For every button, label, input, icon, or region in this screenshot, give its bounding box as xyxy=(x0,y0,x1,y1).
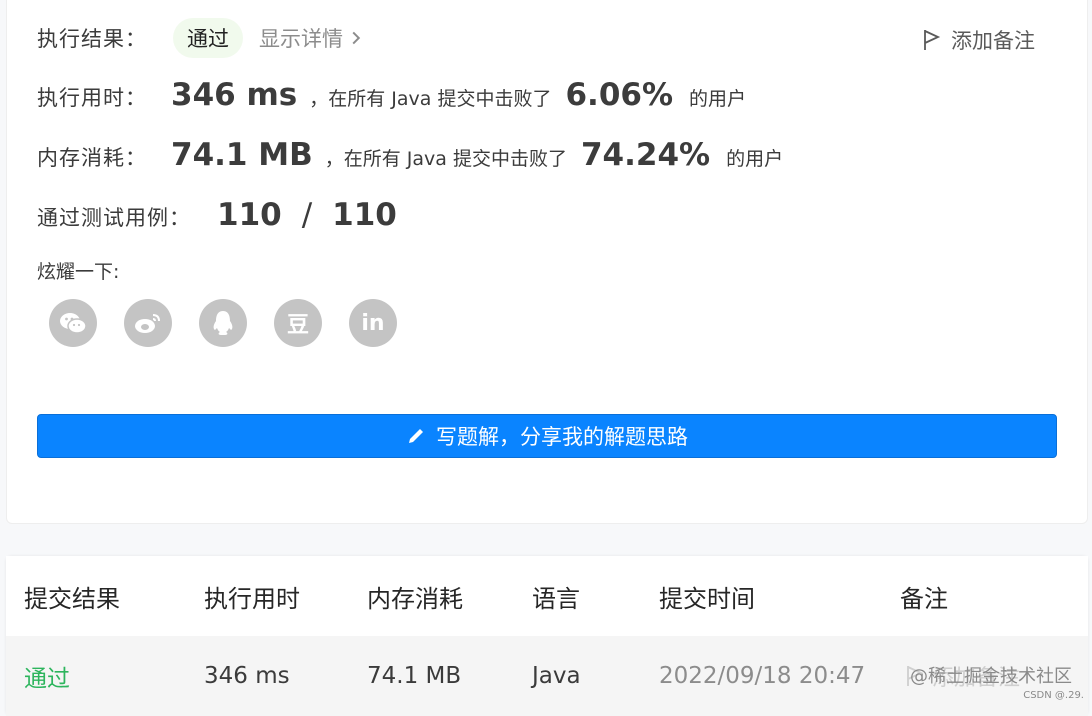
row-runtime: 346 ms xyxy=(204,663,290,689)
share-icons: 豆 in xyxy=(49,299,424,347)
column-header-memory: 内存消耗 xyxy=(367,584,463,613)
flag-icon xyxy=(924,30,941,50)
qq-icon[interactable] xyxy=(199,299,247,347)
result-label: 执行结果： xyxy=(37,27,147,51)
add-note-label: 添加备注 xyxy=(951,29,1035,53)
table-header: 提交结果 执行用时 内存消耗 语言 提交时间 备注 xyxy=(6,556,1088,636)
tests-total: 110 xyxy=(332,197,397,233)
share-label: 炫耀一下: xyxy=(37,261,120,283)
submissions-table: 提交结果 执行用时 内存消耗 语言 提交时间 备注 通过 346 ms 74.1… xyxy=(6,556,1088,716)
status-badge: 通过 xyxy=(173,18,243,58)
runtime-label: 执行用时： xyxy=(37,86,147,110)
tests-passed: 110 xyxy=(217,197,282,233)
show-details-link[interactable]: 显示详情 xyxy=(259,23,363,53)
linkedin-icon[interactable]: in xyxy=(349,299,397,347)
runtime-row: 执行用时： 346 ms ，在所有 Java 提交中击败了 6.06% 的用户 xyxy=(37,77,746,113)
tests-row: 通过测试用例： 110 / 110 xyxy=(37,197,397,233)
runtime-value: 346 ms xyxy=(171,77,298,113)
row-submit-time: 2022/09/18 20:47 xyxy=(659,663,866,689)
watermark: @稀土掘金技术社区 xyxy=(910,666,1072,687)
wechat-icon[interactable] xyxy=(49,299,97,347)
memory-percent: 74.24% xyxy=(580,137,711,173)
memory-row: 内存消耗： 74.1 MB ，在所有 Java 提交中击败了 74.24% 的用… xyxy=(37,137,783,173)
memory-label: 内存消耗： xyxy=(37,146,147,170)
write-solution-button[interactable]: 写题解，分享我的解题思路 xyxy=(37,414,1057,458)
show-details-label: 显示详情 xyxy=(259,27,343,51)
result-card: 执行结果： 通过 显示详情 添加备注 执行用时： 346 ms ，在所有 Jav… xyxy=(6,0,1088,524)
row-memory: 74.1 MB xyxy=(367,663,462,689)
memory-compare-text: ，在所有 Java 提交中击败了 xyxy=(324,148,567,170)
memory-suffix: 的用户 xyxy=(726,148,784,170)
runtime-suffix: 的用户 xyxy=(689,88,747,110)
column-header-language: 语言 xyxy=(532,584,580,613)
memory-value: 74.1 MB xyxy=(171,137,313,173)
douban-glyph: 豆 xyxy=(286,313,309,338)
row-language: Java xyxy=(532,663,581,689)
runtime-percent: 6.06% xyxy=(565,77,674,113)
row-result-link[interactable]: 通过 xyxy=(24,636,70,716)
pencil-icon xyxy=(409,429,423,443)
add-note-button[interactable]: 添加备注 xyxy=(923,25,1035,55)
result-row: 执行结果： 通过 显示详情 xyxy=(37,17,363,59)
douban-icon[interactable]: 豆 xyxy=(274,299,322,347)
linkedin-glyph: in xyxy=(361,310,385,336)
runtime-compare-text: ，在所有 Java 提交中击败了 xyxy=(309,88,552,110)
column-header-note: 备注 xyxy=(900,584,948,613)
weibo-icon[interactable] xyxy=(124,299,172,347)
chevron-right-icon xyxy=(352,31,361,45)
write-solution-label: 写题解，分享我的解题思路 xyxy=(436,425,688,449)
tests-separator: / xyxy=(301,197,313,233)
tests-label: 通过测试用例： xyxy=(37,206,191,230)
column-header-time: 提交时间 xyxy=(659,584,755,613)
column-header-runtime: 执行用时 xyxy=(204,584,300,613)
column-header-result: 提交结果 xyxy=(24,584,120,613)
watermark-small: CSDN @.29. xyxy=(1023,690,1084,701)
